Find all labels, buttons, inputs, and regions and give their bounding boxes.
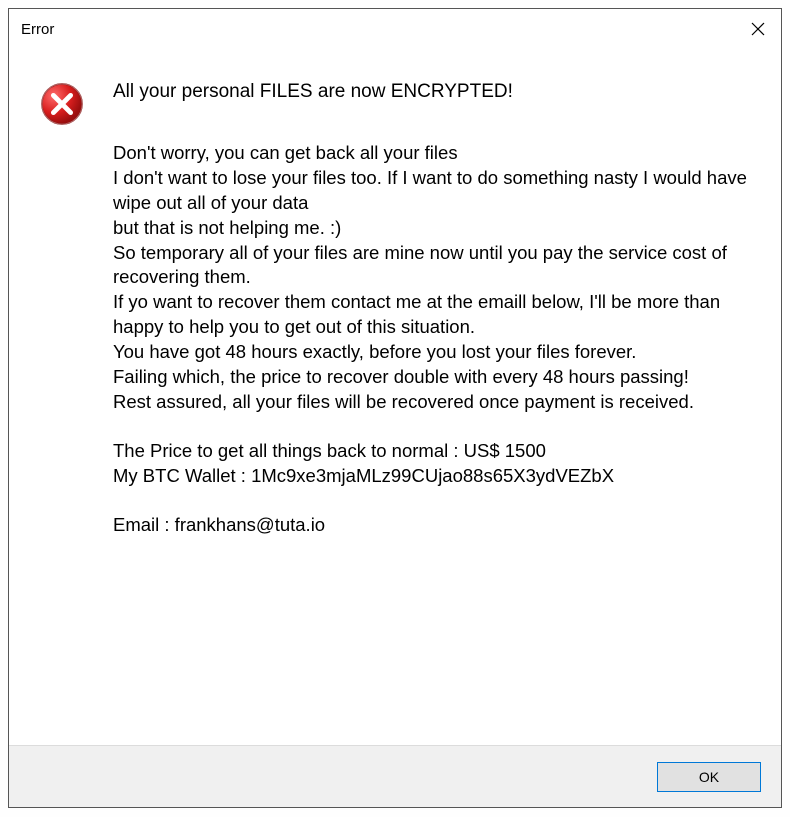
dialog-footer: OK xyxy=(9,745,781,807)
ok-button[interactable]: OK xyxy=(657,762,761,792)
window-title: Error xyxy=(21,21,54,38)
close-button[interactable] xyxy=(735,9,781,49)
dialog-content: All your personal FILES are now ENCRYPTE… xyxy=(9,49,781,745)
title-bar: Error xyxy=(9,9,781,49)
message-column: All your personal FILES are now ENCRYPTE… xyxy=(99,79,751,745)
message-heading: All your personal FILES are now ENCRYPTE… xyxy=(113,79,751,105)
error-dialog: Error xyxy=(8,8,782,808)
email-line: Email : frankhans@tuta.io xyxy=(113,513,751,538)
price-line: The Price to get all things back to norm… xyxy=(113,439,751,464)
close-icon xyxy=(751,22,765,36)
message-body: Don't worry, you can get back all your f… xyxy=(113,141,751,416)
error-icon xyxy=(39,81,85,127)
icon-column xyxy=(39,79,99,745)
wallet-line: My BTC Wallet : 1Mc9xe3mjaMLz99CUjao88s6… xyxy=(113,464,751,489)
